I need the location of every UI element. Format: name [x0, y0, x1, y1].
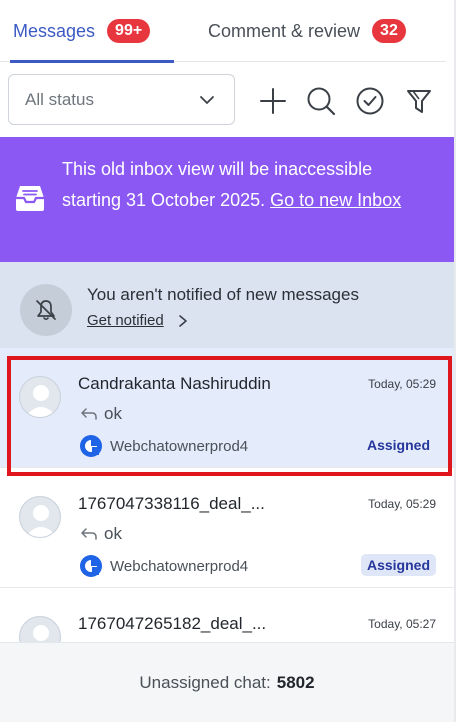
- webchat-channel-icon: [80, 435, 102, 457]
- tab-comment-review[interactable]: Comment & review 32: [208, 0, 446, 62]
- reply-icon: [81, 528, 97, 540]
- last-message: ok: [80, 524, 122, 544]
- notify-status-text: You aren't notified of new messages: [87, 285, 359, 304]
- notification-settings-strip: You aren't notified of new messages Get …: [0, 262, 454, 348]
- bell-off-icon: [36, 300, 56, 321]
- status-filter-value: All status: [25, 89, 94, 109]
- search-icon[interactable]: [306, 86, 336, 116]
- last-message-text: ok: [104, 524, 122, 543]
- unassigned-chat-label: Unassigned chat:: [139, 672, 271, 692]
- last-message-text: ok: [104, 404, 122, 423]
- go-to-new-inbox-link[interactable]: Go to new Inbox: [270, 190, 401, 210]
- tab-messages[interactable]: Messages 99+: [10, 0, 174, 63]
- reply-icon: [81, 408, 97, 420]
- banner-message: This old inbox view will be inaccessible…: [62, 154, 432, 215]
- channel-name: Webchatownerprod4: [110, 557, 249, 575]
- unassigned-chat-count: 5802: [276, 672, 315, 692]
- comment-review-count-badge: 32: [372, 19, 406, 43]
- plus-icon[interactable]: [258, 86, 288, 116]
- conversation-item[interactable]: Candrakanta Nashiruddin Today, 05:29 ok …: [0, 348, 454, 468]
- inbox-tray-icon: [16, 186, 44, 211]
- unassigned-chat-footer: Unassigned chat: 5802: [0, 642, 454, 722]
- filter-toolbar: All status: [0, 62, 446, 137]
- channel-info: Webchatownerprod4: [79, 554, 248, 578]
- tab-bar: Messages 99+ Comment & review 32: [0, 0, 446, 63]
- conversation-time: Today, 05:27: [368, 617, 436, 631]
- conversation-name: Candrakanta Nashiruddin: [78, 374, 271, 393]
- webchat-channel-icon: [80, 555, 102, 577]
- conversation-item[interactable]: 1767047265182_deal_... Today, 05:27: [0, 588, 454, 642]
- tab-comment-review-label: Comment & review: [208, 20, 361, 41]
- status-filter-select[interactable]: All status: [8, 74, 235, 125]
- conversation-item[interactable]: 1767047338116_deal_... Today, 05:29 ok W…: [0, 468, 454, 588]
- deprecation-banner: This old inbox view will be inaccessible…: [0, 137, 454, 262]
- funnel-icon[interactable]: [404, 86, 434, 116]
- get-notified-link[interactable]: Get notified: [87, 312, 164, 329]
- conversation-time: Today, 05:29: [368, 497, 436, 511]
- last-message: ok: [80, 404, 122, 424]
- avatar: [19, 616, 61, 642]
- check-circle-icon[interactable]: [355, 86, 385, 116]
- user-icon: [33, 625, 49, 641]
- avatar: [19, 376, 61, 418]
- chevron-down-icon: [200, 96, 214, 104]
- tab-messages-label: Messages: [13, 20, 96, 41]
- user-icon: [25, 505, 57, 537]
- chevron-right-icon[interactable]: [177, 314, 189, 328]
- conversation-name: 1767047338116_deal_...: [78, 494, 265, 513]
- conversation-list: Candrakanta Nashiruddin Today, 05:29 ok …: [0, 348, 454, 642]
- status-badge: Assigned: [360, 554, 436, 576]
- status-badge: Assigned: [366, 437, 430, 453]
- inbox-panel: Messages 99+ Comment & review 32 All sta…: [0, 0, 456, 722]
- user-icon: [25, 385, 57, 417]
- channel-info: Webchatownerprod4: [79, 434, 248, 458]
- conversation-time: Today, 05:29: [368, 377, 436, 391]
- conversation-name: 1767047265182_deal_...: [78, 614, 267, 633]
- channel-name: Webchatownerprod4: [110, 437, 249, 455]
- avatar: [19, 496, 61, 538]
- notification-icon-circle: [20, 284, 72, 336]
- messages-count-badge: 99+: [107, 19, 151, 43]
